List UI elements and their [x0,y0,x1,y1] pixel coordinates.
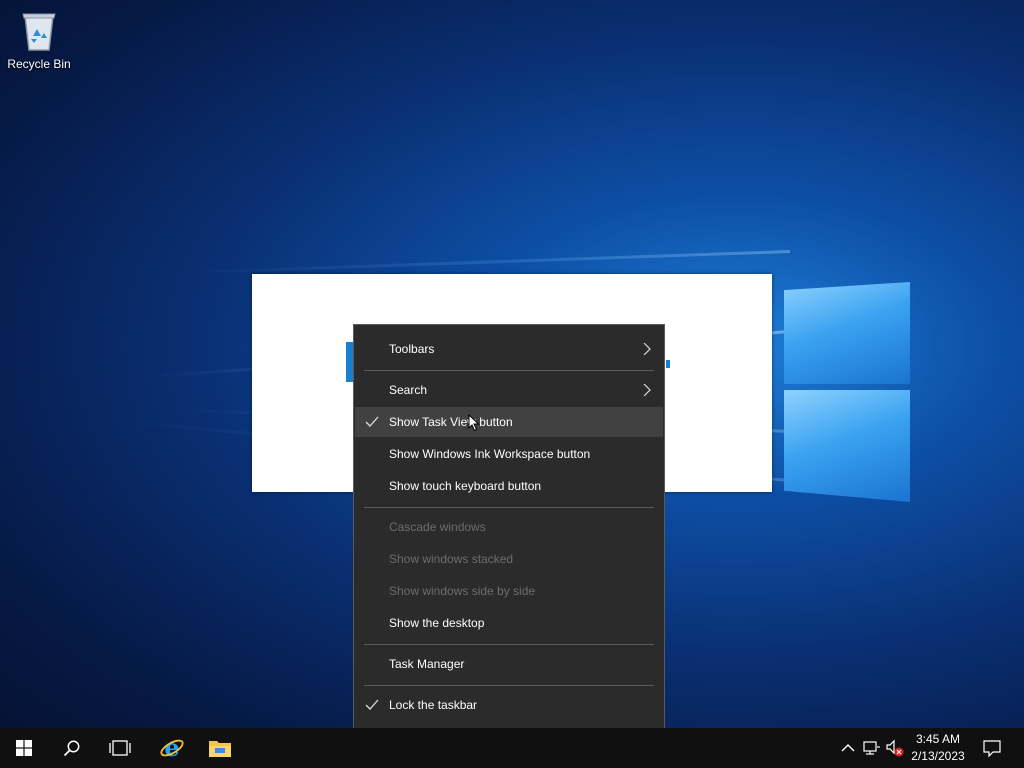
menu-item-search[interactable]: Search [355,375,663,405]
checkmark-icon [365,416,379,427]
desktop-icon-recycle-bin[interactable]: Recycle Bin [4,8,74,71]
menu-item-label: Lock the taskbar [389,698,478,712]
menu-separator [364,507,654,508]
logo-pane [784,282,910,384]
file-explorer-icon [209,741,231,757]
taskbar-app-file-explorer[interactable] [196,728,244,768]
menu-item-label: Search [389,383,428,397]
mouse-cursor-icon [468,414,480,432]
logo-pane [784,390,910,502]
menu-item-show-desktop[interactable]: Show the desktop [355,608,663,638]
taskbar-app-internet-explorer[interactable]: e [148,728,196,768]
chevron-right-icon [643,384,651,396]
checkmark-icon [365,699,379,710]
wallpaper-beam [180,250,791,275]
menu-item-label: Show windows side by side [389,584,536,598]
menu-separator [364,370,654,371]
chevron-up-icon[interactable] [838,738,858,758]
windows-start-icon [16,740,32,756]
menu-item-show-touch-keyboard[interactable]: Show touch keyboard button [355,471,663,501]
menu-item-label: Show Task View button [389,415,513,429]
menu-item-label: Show windows stacked [389,552,514,566]
taskbar-context-menu: Toolbars Search Show Task View button Sh… [353,324,665,761]
windows-logo-wallpaper [780,262,914,506]
menu-item-show-windows-stacked[interactable]: Show windows stacked [355,544,663,574]
menu-item-show-task-view[interactable]: Show Task View button [355,407,663,437]
search-button[interactable] [48,728,96,768]
menu-item-show-windows-side-by-side[interactable]: Show windows side by side [355,576,663,606]
menu-item-cascade-windows[interactable]: Cascade windows [355,512,663,542]
network-icon[interactable] [862,738,882,758]
menu-item-label: Task Manager [389,657,465,671]
taskbar: e 3:45 AM 2/13/2023 [0,728,1024,768]
menu-item-label: Toolbars [389,342,435,356]
tray-clock[interactable]: 3:45 AM 2/13/2023 [906,731,970,765]
task-view-icon [109,740,131,756]
chevron-right-icon [643,343,651,355]
window-accent-shape [666,360,670,368]
menu-item-show-ink-workspace[interactable]: Show Windows Ink Workspace button [355,439,663,469]
volume-muted-icon[interactable] [885,738,905,758]
menu-item-toolbars[interactable]: Toolbars [355,334,663,364]
menu-item-task-manager[interactable]: Task Manager [355,649,663,679]
task-view-button[interactable] [96,728,144,768]
menu-separator [364,685,654,686]
internet-explorer-icon: e [160,735,184,761]
desktop-icon-label: Recycle Bin [7,57,71,71]
tray-time: 3:45 AM [915,732,961,746]
search-icon [63,740,80,757]
tray-date: 2/13/2023 [911,749,965,763]
menu-item-label: Show Windows Ink Workspace button [389,447,591,461]
notification-icon[interactable] [982,738,1002,758]
menu-item-label: Cascade windows [389,520,486,534]
svg-text:e: e [164,735,179,761]
start-button[interactable] [0,728,48,768]
menu-item-label: Show touch keyboard button [389,479,542,493]
menu-item-label: Show the desktop [389,616,485,630]
menu-separator [364,644,654,645]
menu-item-lock-taskbar[interactable]: Lock the taskbar [355,690,663,720]
recycle-bin-icon [22,13,56,51]
